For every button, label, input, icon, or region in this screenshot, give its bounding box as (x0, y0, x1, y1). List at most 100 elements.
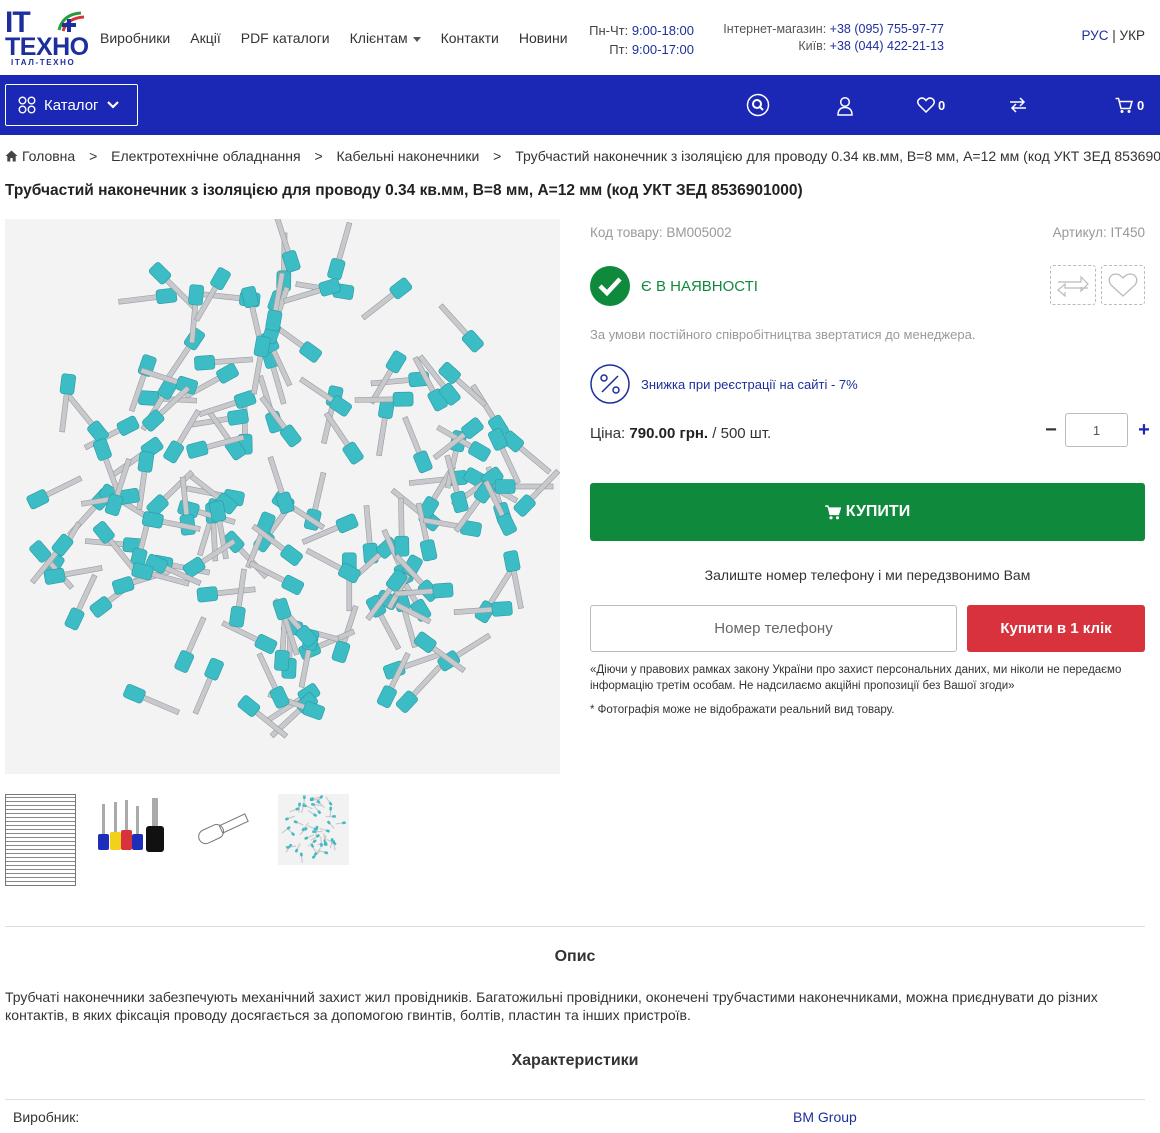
compare-icon (1057, 275, 1089, 297)
account-button[interactable] (836, 96, 854, 116)
cart-button[interactable]: 0 (1115, 97, 1144, 114)
check-circle-icon (590, 266, 630, 306)
breadcrumb-current: Трубчастий наконечник з ізоляцією для пр… (515, 148, 1160, 164)
product-article: Артикул: IT450 (1052, 225, 1145, 240)
section-divider (5, 926, 1145, 927)
price-label: Ціна: (590, 425, 626, 442)
callback-text: Залиште номер телефону і ми передзвонимо… (704, 567, 1031, 583)
page-title: Трубчастий наконечник з ізоляцією для пр… (5, 182, 803, 199)
cart-count: 0 (1137, 98, 1145, 113)
lang-ua[interactable]: УКР (1120, 28, 1145, 43)
breadcrumb-electrical[interactable]: Електротехнічне обладнання (111, 148, 300, 164)
phone-kyiv-link[interactable]: +38 (044) 422-21-13 (830, 39, 944, 53)
compare-icon (1010, 97, 1026, 113)
add-to-wishlist-button[interactable] (1101, 265, 1145, 305)
compare-button[interactable] (1009, 97, 1027, 113)
quantity-input[interactable] (1065, 413, 1128, 447)
catalog-grid-icon (18, 96, 36, 114)
ferrules-photo (26, 219, 560, 739)
logo-line2: ТЕХНО (5, 33, 89, 61)
discount-label[interactable]: Знижка при реєстрації на сайті - 7% (641, 377, 858, 392)
phone-kyiv-label: Київ: (798, 39, 827, 53)
heart-icon (917, 97, 935, 113)
description-title: Опис (554, 948, 596, 965)
thumbnail-colored-ferrules-image (98, 798, 164, 852)
thumbnail-spec-table[interactable] (5, 794, 76, 886)
product-main-image[interactable] (5, 219, 560, 774)
thumbnail-ferrule-drawing-image (198, 813, 249, 845)
language-switcher: РУС | УКР (1081, 28, 1145, 43)
quantity-increase-button[interactable]: + (1137, 419, 1151, 442)
add-to-compare-button[interactable] (1050, 265, 1096, 305)
nav-news[interactable]: Новини (519, 30, 568, 46)
photo-disclaimer: * Фотографія може не відображати реальни… (590, 704, 895, 716)
price-block: Ціна: 790.00 грн. / 500 шт. (590, 425, 771, 442)
toolbar: Каталог 0 0 (0, 75, 1160, 135)
catalog-button[interactable]: Каталог (5, 84, 138, 126)
spec-manufacturer-value[interactable]: BM Group (793, 1109, 857, 1125)
chevron-down-icon (106, 101, 119, 109)
percent-icon (590, 364, 630, 404)
logo[interactable]: IT ТЕХНО ІТАЛ-ТЕХНО (5, 8, 89, 68)
thumbnail-colored-ferrules[interactable] (96, 794, 167, 865)
wishlist-button[interactable]: 0 (917, 97, 945, 113)
buy-button[interactable]: КУПИТИ (590, 483, 1145, 541)
phone-shop-label: Інтернет-магазин: (723, 22, 827, 36)
breadcrumb-separator: > (493, 148, 502, 164)
search-button[interactable] (746, 93, 770, 117)
privacy-note: «Діючи у правових рамках закону України … (590, 664, 1122, 692)
specs-row-divider (5, 1099, 1145, 1100)
main-nav: Виробники Акції PDF каталоги Клієнтам Ко… (100, 30, 588, 46)
nav-manufacturers[interactable]: Виробники (100, 30, 170, 46)
breadcrumb-home[interactable]: Головна (22, 148, 75, 164)
cart-icon (824, 504, 841, 519)
logo-swoosh-icon (57, 11, 85, 32)
nav-promotions[interactable]: Акції (190, 30, 220, 46)
nav-pdf-catalogs[interactable]: PDF каталоги (241, 30, 330, 46)
phone-shop-link[interactable]: +38 (095) 755-97-77 (830, 22, 944, 36)
breadcrumb-cable-lugs[interactable]: Кабельні наконечники (337, 148, 480, 164)
working-hours: Пн-Чт: 9:00-18:00 Пт: 9:00-17:00 (584, 21, 694, 59)
registration-discount: Знижка при реєстрації на сайті - 7% (590, 364, 858, 404)
stock-status: Є В НАЯВНОСТІ (590, 266, 758, 306)
manager-note: За умови постійного співробітництва звер… (590, 327, 976, 342)
product-thumbnails (5, 794, 369, 886)
price-value: 790.00 грн. (629, 425, 709, 442)
wishlist-count: 0 (938, 97, 946, 113)
quantity-stepper: − + (1044, 413, 1151, 447)
search-icon (746, 93, 770, 117)
cart-icon (1115, 97, 1133, 113)
buy-one-click-button[interactable]: Купити в 1 клік (967, 605, 1145, 652)
thumbnail-ferrules-photo[interactable] (278, 794, 349, 865)
phone-input[interactable] (590, 605, 957, 652)
site-header: IT ТЕХНО ІТАЛ-ТЕХНО Виробники Акції PDF … (0, 0, 1160, 75)
thumbnail-ferrules-image (281, 795, 346, 863)
nav-clients[interactable]: Клієнтам (350, 30, 421, 46)
lang-ru[interactable]: РУС (1081, 28, 1108, 43)
specs-title: Характеристики (511, 1052, 639, 1069)
hours-weekdays-label: Пн-Чт: (589, 23, 629, 38)
chevron-down-icon (412, 36, 421, 42)
hours-friday-label: Пт: (609, 42, 629, 57)
stock-label: Є В НАЯВНОСТІ (641, 277, 758, 295)
spec-manufacturer-key: Виробник: (13, 1109, 80, 1125)
quantity-decrease-button[interactable]: − (1044, 419, 1058, 442)
description-text: Трубчаті наконечники забезпечують механі… (5, 989, 1098, 1023)
nav-clients-label: Клієнтам (349, 30, 408, 46)
catalog-button-label: Каталог (44, 96, 99, 114)
breadcrumb-separator: > (314, 148, 323, 164)
logo-line3: ІТАЛ-ТЕХНО (11, 58, 76, 67)
hours-friday: 9:00-17:00 (631, 42, 694, 57)
breadcrumb: Головна > Електротехнічне обладнання > К… (5, 148, 1160, 164)
lang-separator: | (1112, 28, 1116, 43)
nav-contacts[interactable]: Контакти (441, 30, 499, 46)
contact-phones: Інтернет-магазин: +38 (095) 755-97-77 Ки… (700, 21, 944, 55)
user-icon (837, 96, 853, 116)
hours-weekdays: 9:00-18:00 (631, 23, 694, 38)
product-code: Код товару: BM005002 (590, 225, 732, 240)
buy-button-label: КУПИТИ (845, 503, 911, 520)
price-unit: / 500 шт. (712, 425, 772, 442)
thumbnail-ferrule-drawing[interactable] (187, 794, 258, 865)
heart-icon (1108, 273, 1138, 297)
breadcrumb-separator: > (89, 148, 98, 164)
